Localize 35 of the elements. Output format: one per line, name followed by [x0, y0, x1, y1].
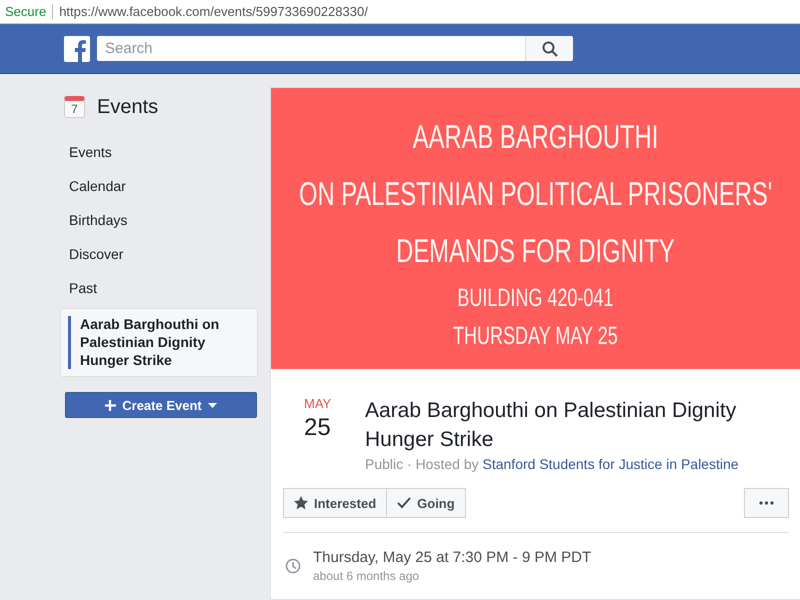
- calendar-icon: 7: [64, 96, 85, 118]
- search-field[interactable]: Search: [97, 36, 525, 61]
- interested-button[interactable]: Interested: [283, 488, 388, 518]
- sidebar-item[interactable]: Calendar: [60, 169, 258, 203]
- relative-time: about 6 months ago: [313, 569, 420, 583]
- security-label: Secure: [5, 4, 46, 19]
- plus-icon: [105, 400, 116, 410]
- event-title: Aarab Barghouthi on Palestinian Dignity Hunger Strike: [365, 398, 738, 453]
- clock-icon: [285, 558, 301, 574]
- logo-icon[interactable]: [64, 36, 90, 62]
- banner-text: BUILDING 420-041: [457, 283, 614, 314]
- sidebar-item[interactable]: Birthdays: [60, 203, 258, 237]
- check-icon: [397, 496, 412, 510]
- caret-icon: [208, 402, 217, 408]
- event-meta: Public · Hosted by: [365, 456, 480, 472]
- sidebar-title: Events: [97, 96, 158, 118]
- banner-text: THURSDAY MAY 25: [453, 321, 618, 352]
- sidebar-item[interactable]: Events: [60, 135, 258, 169]
- create-event-button[interactable]: Create Event: [65, 392, 257, 418]
- search-icon: [542, 40, 558, 56]
- event-month: MAY: [304, 396, 332, 411]
- event-day: 25: [304, 414, 331, 442]
- banner-text: AARAB BARGHOUTHI: [412, 117, 658, 157]
- going-button[interactable]: Going: [387, 488, 466, 518]
- sidebar-item[interactable]: Discover: [60, 237, 258, 271]
- banner-text: ON PALESTINIAN POLITICAL PRISONERS': [298, 174, 772, 214]
- sidebar-item[interactable]: Past: [60, 271, 258, 305]
- sidebar-item[interactable]: Aarab Barghouthi on Palestinian Dignity Hunger Strike: [60, 308, 258, 377]
- more-icon: [759, 501, 774, 505]
- search-button[interactable]: [525, 36, 573, 61]
- event-time: Thursday, May 25 at 7:30 PM - 9 PM PDT: [313, 549, 592, 566]
- host-link[interactable]: Stanford Students for Justice in Palestine: [482, 456, 739, 472]
- banner-text: DEMANDS FOR DIGNITY: [396, 231, 675, 271]
- url-text[interactable]: https://www.facebook.com/events/599733690228330/: [59, 4, 368, 19]
- star-icon: [294, 496, 308, 510]
